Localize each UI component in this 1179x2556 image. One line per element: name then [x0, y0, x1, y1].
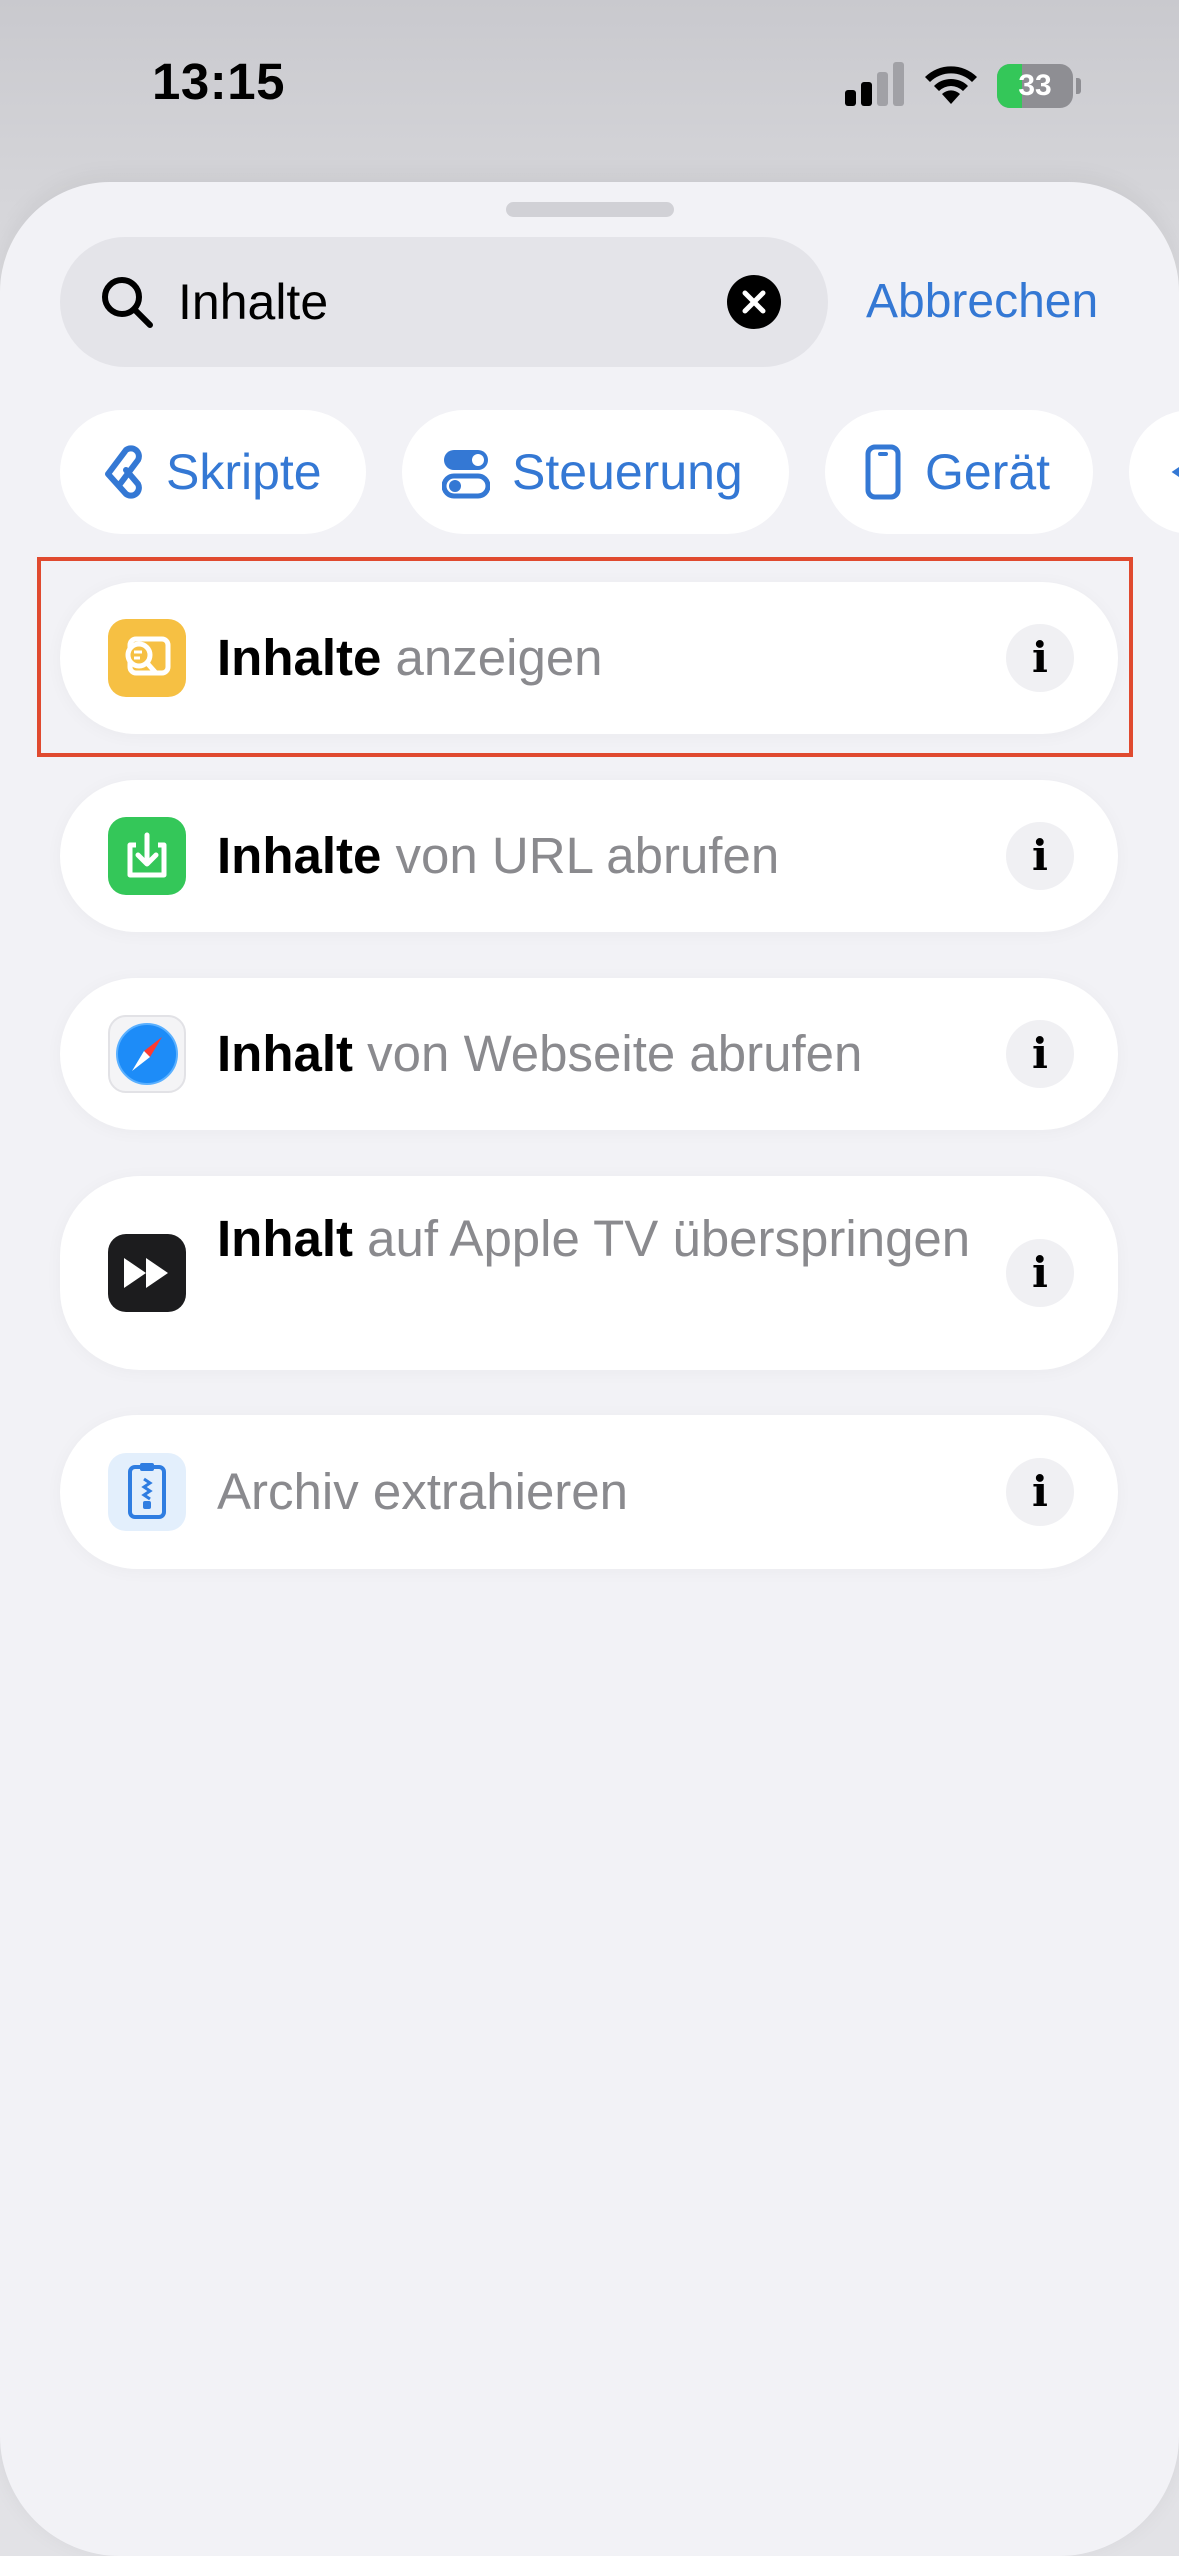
search-field[interactable]: Inhalte: [60, 237, 828, 367]
battery-percent: 33: [1018, 69, 1052, 102]
sheet-grabber[interactable]: [506, 202, 674, 217]
result-row-archiv-extrahieren[interactable]: Archiv extrahieren i: [60, 1415, 1118, 1569]
wifi-icon: [925, 66, 977, 104]
info-button[interactable]: i: [1006, 1239, 1074, 1307]
status-time: 13:15: [152, 53, 285, 110]
partial-chip-icon: [1171, 467, 1179, 477]
category-chip-more[interactable]: [1129, 410, 1179, 534]
result-title: Inhalt von Webseite abrufen: [217, 1021, 977, 1087]
result-rest: von Webseite abrufen: [367, 1025, 863, 1082]
result-title: Inhalte von URL abrufen: [217, 823, 977, 889]
result-title: Inhalt auf Apple TV überspringen: [217, 1206, 977, 1272]
category-chip-steuerung[interactable]: Steuerung: [402, 410, 789, 534]
cellular-signal-icon: [845, 62, 904, 106]
result-rest: auf Apple TV überspringen: [367, 1210, 971, 1267]
status-bar: 13:15 33: [0, 0, 1179, 175]
info-button[interactable]: i: [1006, 1020, 1074, 1088]
result-rest: Archiv extrahieren: [217, 1463, 629, 1520]
search-input[interactable]: Inhalte: [178, 237, 328, 367]
battery-icon: 33: [997, 64, 1081, 108]
result-rest: anzeigen: [395, 629, 603, 686]
quick-look-icon: [108, 619, 186, 697]
result-rest: von URL abrufen: [395, 827, 780, 884]
result-row-inhalt-auf-apple-tv-ueberspringen[interactable]: Inhalt auf Apple TV überspringen i: [60, 1176, 1118, 1370]
screen: 13:15 33 Inhalte Abbrechen Skripte Steue…: [0, 0, 1179, 2556]
action-search-sheet: Inhalte Abbrechen Skripte Steuerung Gerä…: [0, 182, 1179, 2556]
result-title: Archiv extrahieren: [217, 1459, 977, 1525]
result-row-inhalt-von-webseite-abrufen[interactable]: Inhalt von Webseite abrufen i: [60, 978, 1118, 1130]
info-button[interactable]: i: [1006, 822, 1074, 890]
iphone-icon: [865, 444, 901, 500]
result-title: Inhalte anzeigen: [217, 625, 977, 691]
result-keyword: Inhalte: [217, 827, 382, 884]
search-icon: [102, 277, 153, 328]
scripting-icon: [105, 445, 142, 499]
category-chip-label: Gerät: [925, 444, 1051, 500]
category-chip-label: Skripte: [166, 444, 322, 500]
category-chip-label: Steuerung: [512, 444, 743, 500]
category-chip-skripte[interactable]: Skripte: [60, 410, 366, 534]
result-keyword: Inhalt: [217, 1210, 353, 1267]
toggle-icon: [442, 450, 490, 499]
safari-icon: [108, 1015, 186, 1093]
cancel-button[interactable]: Abbrechen: [866, 237, 1098, 367]
info-button[interactable]: i: [1006, 1458, 1074, 1526]
info-button[interactable]: i: [1006, 624, 1074, 692]
category-chip-geraet[interactable]: Gerät: [825, 410, 1093, 534]
result-row-inhalte-von-url-abrufen[interactable]: Inhalte von URL abrufen i: [60, 780, 1118, 932]
result-keyword: Inhalt: [217, 1025, 353, 1082]
result-row-inhalte-anzeigen[interactable]: Inhalte anzeigen i: [60, 582, 1118, 734]
skip-forward-icon: [108, 1234, 186, 1312]
result-keyword: Inhalte: [217, 629, 382, 686]
clear-search-icon[interactable]: [727, 275, 781, 329]
zip-archive-icon: [108, 1453, 186, 1531]
download-icon: [108, 817, 186, 895]
